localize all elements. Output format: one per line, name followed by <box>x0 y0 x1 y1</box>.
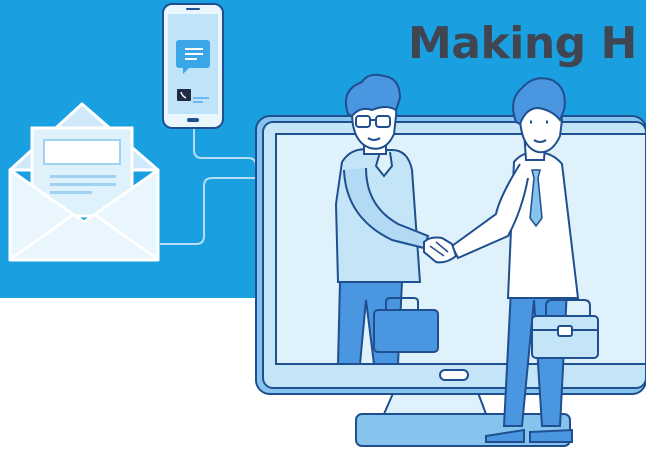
monitor-icon <box>255 115 646 447</box>
headline: Making H <box>408 18 637 69</box>
smartphone-icon <box>162 3 224 129</box>
illustration: Making H <box>0 0 646 453</box>
